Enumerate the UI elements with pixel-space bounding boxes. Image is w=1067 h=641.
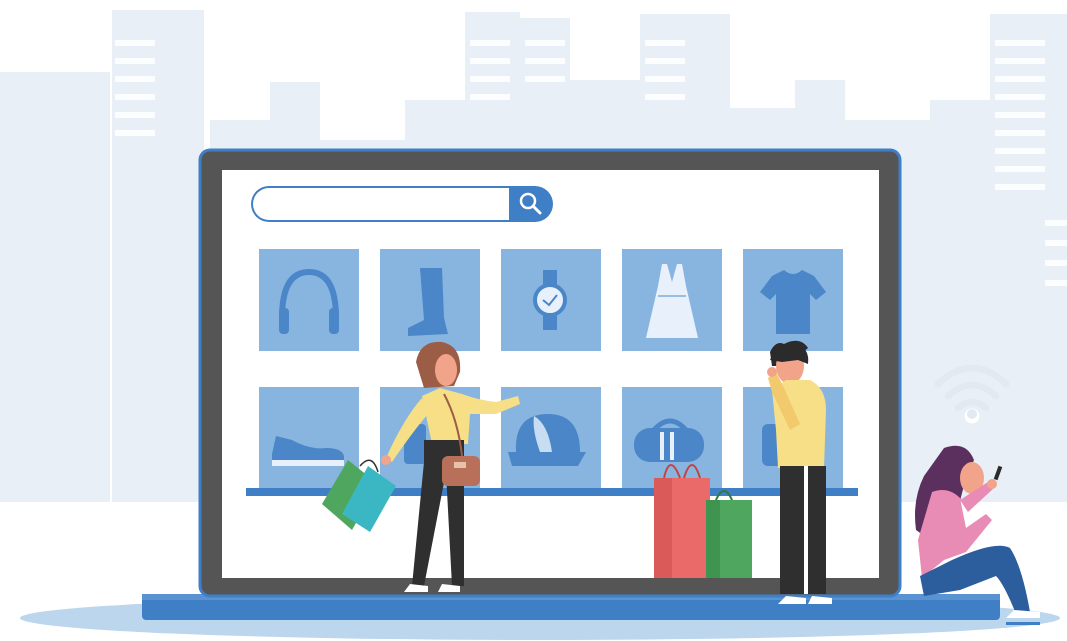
search-button[interactable] — [509, 186, 553, 222]
product-tile-headphones[interactable] — [259, 249, 359, 351]
search-icon — [519, 192, 542, 215]
search-bar — [251, 186, 553, 222]
ecommerce-illustration — [0, 10, 1067, 640]
search-input[interactable] — [251, 186, 511, 222]
